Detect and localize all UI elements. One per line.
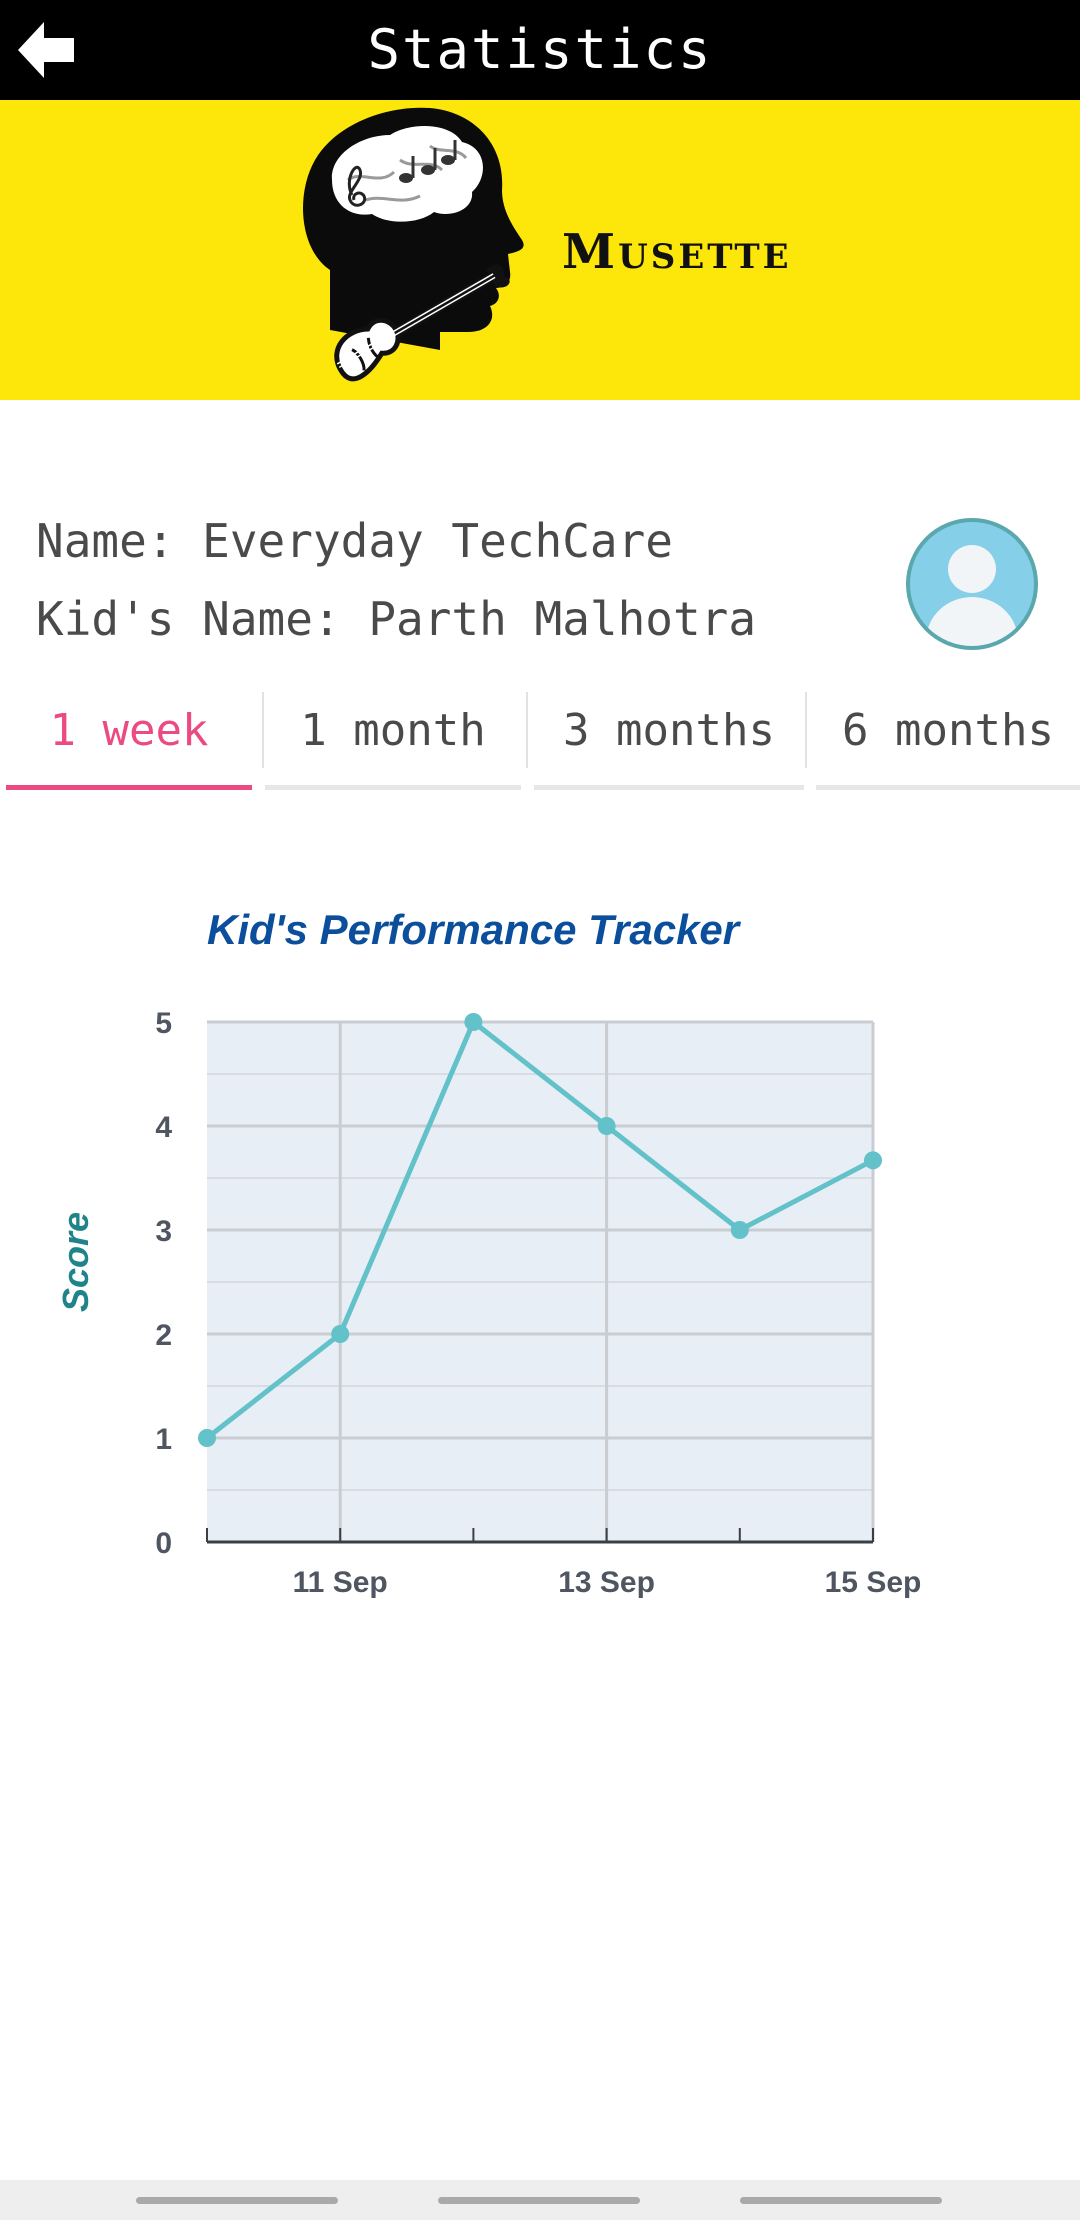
tab-label: 1 month bbox=[300, 705, 486, 756]
tab-divider bbox=[262, 692, 264, 768]
y-tick-label: 1 bbox=[155, 1423, 172, 1456]
top-app-bar: Statistics bbox=[0, 0, 1080, 100]
tab-indicator bbox=[6, 785, 252, 790]
period-tabs: 1 week 1 month 3 months 6 months bbox=[0, 690, 1080, 790]
tab-label: 3 months bbox=[563, 705, 775, 756]
tab-divider bbox=[805, 692, 807, 768]
nav-pill-left[interactable] bbox=[136, 2197, 338, 2204]
system-nav-bar bbox=[0, 2180, 1080, 2220]
y-tick-label: 4 bbox=[155, 1111, 172, 1144]
tab-indicator bbox=[265, 785, 521, 790]
data-point bbox=[597, 1117, 616, 1135]
data-point bbox=[331, 1325, 350, 1343]
nav-pill-right[interactable] bbox=[740, 2197, 942, 2204]
y-axis-label: Score bbox=[55, 1212, 96, 1312]
y-tick-label: 0 bbox=[155, 1527, 172, 1560]
x-tick-label: 15 Sep bbox=[825, 1566, 922, 1599]
user-avatar-icon[interactable] bbox=[905, 517, 1039, 651]
nav-pill-center[interactable] bbox=[438, 2197, 640, 2204]
performance-line-chart: Kid's Performance Tracker 0 1 2 3 4 5 11 Sep 13 … bbox=[55, 906, 922, 1599]
x-tick-label: 11 Sep bbox=[293, 1566, 388, 1599]
tab-1-week[interactable]: 1 week bbox=[6, 690, 252, 790]
tab-6-months[interactable]: 6 months bbox=[816, 690, 1080, 790]
data-point bbox=[198, 1429, 216, 1447]
data-point bbox=[464, 1013, 483, 1031]
chart-title: Kid's Performance Tracker bbox=[207, 906, 742, 953]
y-tick-label: 5 bbox=[155, 1007, 172, 1040]
tab-indicator bbox=[816, 785, 1080, 790]
page-title: Statistics bbox=[367, 18, 713, 81]
tab-divider bbox=[526, 692, 528, 768]
x-tick-label: 13 Sep bbox=[558, 1566, 655, 1599]
tab-label: 1 week bbox=[49, 705, 209, 756]
data-point bbox=[730, 1221, 749, 1239]
tab-3-months[interactable]: 3 months bbox=[534, 690, 804, 790]
parent-name: Name: Everyday TechCare bbox=[36, 514, 673, 568]
y-tick-label: 2 bbox=[155, 1319, 172, 1352]
tab-indicator bbox=[534, 785, 804, 790]
tab-label: 6 months bbox=[842, 705, 1054, 756]
y-tick-label: 3 bbox=[155, 1215, 172, 1248]
data-point bbox=[864, 1151, 882, 1170]
brand-logo-text: Musette bbox=[562, 224, 792, 280]
tab-1-month[interactable]: 1 month bbox=[265, 690, 521, 790]
musician-head-violin-logo bbox=[303, 107, 524, 382]
kid-name: Kid's Name: Parth Malhotra bbox=[36, 592, 757, 646]
